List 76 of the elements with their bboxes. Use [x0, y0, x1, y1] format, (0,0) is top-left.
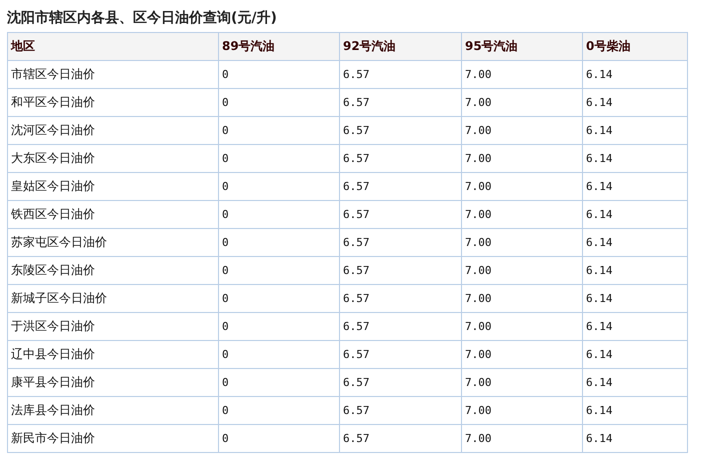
table-cell: 大东区今日油价 — [8, 144, 218, 172]
table-cell: 0 — [218, 256, 340, 284]
table-cell: 7.00 — [462, 88, 582, 116]
table-cell: 7.00 — [462, 60, 582, 88]
table-cell: 6.57 — [340, 368, 462, 396]
table-cell: 7.00 — [462, 256, 582, 284]
table-cell: 6.57 — [340, 396, 462, 424]
table-cell: 0 — [218, 396, 340, 424]
table-cell: 辽中县今日油价 — [8, 340, 218, 368]
table-cell: 0 — [218, 200, 340, 228]
table-cell: 0 — [218, 340, 340, 368]
table-cell: 6.57 — [340, 340, 462, 368]
table-cell: 6.57 — [340, 172, 462, 200]
table-cell: 6.14 — [582, 256, 688, 284]
page-title: 沈阳市辖区内各县、区今日油价查询(元/升) — [7, 9, 278, 28]
table-cell: 6.14 — [582, 172, 688, 200]
table-cell: 6.57 — [340, 144, 462, 172]
table-cell: 7.00 — [462, 200, 582, 228]
table-cell: 市辖区今日油价 — [8, 60, 218, 88]
table-cell: 0 — [218, 284, 340, 312]
column-header: 89号汽油 — [218, 32, 340, 60]
table-cell: 6.57 — [340, 228, 462, 256]
table-cell: 苏家屯区今日油价 — [8, 228, 218, 256]
table-cell: 东陵区今日油价 — [8, 256, 218, 284]
column-header: 92号汽油 — [340, 32, 462, 60]
table-cell: 7.00 — [462, 144, 582, 172]
table-cell: 6.57 — [340, 284, 462, 312]
table-cell: 6.14 — [582, 396, 688, 424]
table-cell: 0 — [218, 312, 340, 340]
table-cell: 0 — [218, 88, 340, 116]
table-cell: 铁西区今日油价 — [8, 200, 218, 228]
table-cell: 6.14 — [582, 88, 688, 116]
table-cell: 6.14 — [582, 284, 688, 312]
table-cell: 康平县今日油价 — [8, 368, 218, 396]
column-header: 地区 — [8, 32, 218, 60]
table-cell: 0 — [218, 60, 340, 88]
column-header: 0号柴油 — [582, 32, 688, 60]
table-cell: 新民市今日油价 — [8, 424, 218, 452]
table-cell: 0 — [218, 368, 340, 396]
table-cell: 6.57 — [340, 312, 462, 340]
column-header: 95号汽油 — [462, 32, 582, 60]
table-cell: 6.14 — [582, 200, 688, 228]
table-cell: 7.00 — [462, 116, 582, 144]
table-cell: 沈河区今日油价 — [8, 116, 218, 144]
table-cell: 6.14 — [582, 368, 688, 396]
table-cell: 6.14 — [582, 144, 688, 172]
table-cell: 6.57 — [340, 200, 462, 228]
table-cell: 0 — [218, 172, 340, 200]
table-cell: 0 — [218, 228, 340, 256]
table-cell: 7.00 — [462, 396, 582, 424]
table-cell: 6.14 — [582, 340, 688, 368]
table-cell: 0 — [218, 424, 340, 452]
table-cell: 7.00 — [462, 228, 582, 256]
table-cell: 6.57 — [340, 256, 462, 284]
table-cell: 6.14 — [582, 60, 688, 88]
table-cell: 7.00 — [462, 312, 582, 340]
table-cell: 7.00 — [462, 172, 582, 200]
table-cell: 6.14 — [582, 228, 688, 256]
table-cell: 7.00 — [462, 340, 582, 368]
table-cell: 7.00 — [462, 368, 582, 396]
table-cell: 6.14 — [582, 424, 688, 452]
table-cell: 6.57 — [340, 424, 462, 452]
table-cell: 6.57 — [340, 60, 462, 88]
table-cell: 0 — [218, 144, 340, 172]
table-cell: 0 — [218, 116, 340, 144]
table-cell: 7.00 — [462, 284, 582, 312]
table-cell: 皇姑区今日油价 — [8, 172, 218, 200]
table-cell: 6.57 — [340, 88, 462, 116]
table-cell: 6.57 — [340, 116, 462, 144]
table-cell: 于洪区今日油价 — [8, 312, 218, 340]
table-cell: 7.00 — [462, 424, 582, 452]
table-cell: 新城子区今日油价 — [8, 284, 218, 312]
table-cell: 6.14 — [582, 312, 688, 340]
table-cell: 6.14 — [582, 116, 688, 144]
table-cell: 法库县今日油价 — [8, 396, 218, 424]
table-cell: 和平区今日油价 — [8, 88, 218, 116]
